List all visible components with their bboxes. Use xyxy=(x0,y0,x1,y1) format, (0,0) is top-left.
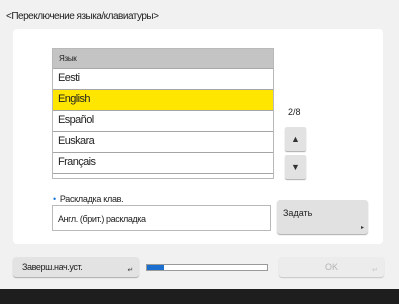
list-item[interactable]: Español xyxy=(53,111,273,132)
keyboard-layout-label: • Раскладка клав. xyxy=(53,194,124,204)
keyboard-layout-field: Англ. (брит.) раскладка xyxy=(52,205,271,231)
list-item[interactable]: Euskara xyxy=(53,132,273,153)
list-item[interactable]: Français xyxy=(53,153,273,174)
bullet-icon: • xyxy=(53,194,56,204)
language-list-header: Язык xyxy=(53,49,273,69)
finish-setup-label: Заверш.нач.уст. xyxy=(22,262,83,272)
corner-arrow-icon: ▸ xyxy=(360,225,364,231)
set-layout-button[interactable]: Задать ▸ xyxy=(277,200,368,234)
progress-bar xyxy=(146,264,268,271)
finish-setup-button[interactable]: Заверш.нач.уст. ↵ xyxy=(13,257,139,277)
scroll-down-button[interactable]: ▼ xyxy=(285,155,306,179)
triangle-up-icon: ▲ xyxy=(291,134,300,144)
ok-button[interactable]: OK ↵ xyxy=(279,257,384,277)
ok-label: OK xyxy=(324,262,338,272)
list-item[interactable]: English xyxy=(53,90,273,111)
set-button-label: Задать xyxy=(283,208,313,218)
page-title: <Переключение языка/клавиатуры> xyxy=(6,11,159,22)
return-arrow-icon: ↵ xyxy=(127,267,134,274)
language-list: Язык Eesti English Español Euskara Franç… xyxy=(52,48,274,179)
return-arrow-icon: ↵ xyxy=(372,267,378,274)
triangle-down-icon: ▼ xyxy=(291,162,300,172)
scroll-up-button[interactable]: ▲ xyxy=(285,127,306,151)
bottom-bar xyxy=(0,289,399,304)
progress-fill xyxy=(147,265,164,270)
page-indicator: 2/8 xyxy=(288,107,301,117)
list-item[interactable]: Eesti xyxy=(53,69,273,90)
